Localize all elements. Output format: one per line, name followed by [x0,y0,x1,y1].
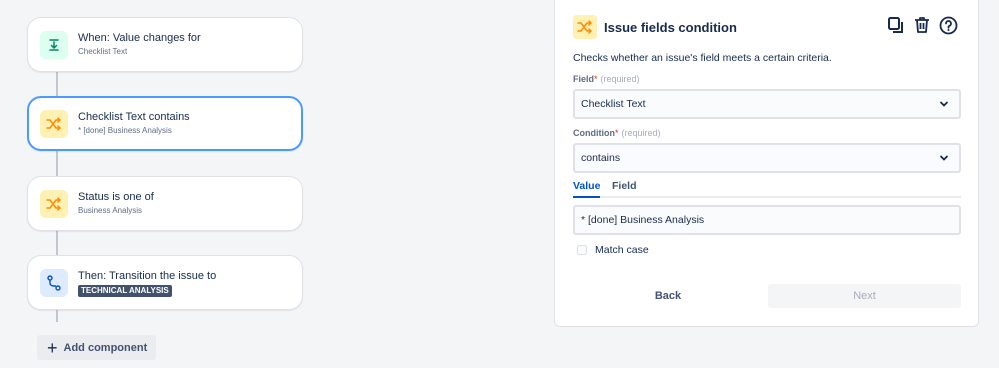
chevron-down-icon [939,99,949,112]
card-subtitle: * [done] Business Analysis [78,126,172,135]
condition-icon [573,15,597,39]
status-lozenge: TECHNICAL ANALYSIS [78,284,172,297]
card-title: Then: Transition the issue to [78,269,217,282]
card-title: Status is one of [78,191,154,203]
required-hint: (required) [600,74,640,84]
card-title: When: Value changes for [78,32,201,44]
field-select-value: Checklist Text [581,98,646,110]
card-subtitle: Checklist Text [78,47,128,56]
condition-label: Condition* (required) [573,128,661,138]
value-field-tabs: Value Field [573,180,961,198]
chevron-down-icon [939,153,949,166]
field-select[interactable]: Checklist Text [573,89,961,119]
required-asterisk: * [615,128,619,138]
trigger-card[interactable]: When: Value changes for Checklist Text [27,17,303,72]
component-config-panel: Issue fields condition Checks whether an… [554,0,979,327]
match-case-checkbox[interactable] [577,245,587,255]
help-icon[interactable] [938,15,958,35]
active-tab-indicator [573,196,600,198]
panel-title: Issue fields condition [604,19,737,35]
value-input-text: * [done] Business Analysis [581,214,705,226]
condition-icon [40,109,68,138]
condition-card-checklist[interactable]: Checklist Text contains * [done] Busines… [27,96,303,151]
transition-icon [40,268,68,297]
add-component-label: Add component [63,341,148,354]
condition-select-value: contains [581,152,621,164]
condition-icon [40,189,68,218]
field-label-text: Field [573,74,595,84]
copy-icon[interactable] [886,15,906,35]
field-label: Field* (required) [573,74,640,84]
panel-description: Checks whether an issue's field meets a … [573,52,832,64]
tab-value[interactable]: Value [573,180,600,192]
card-title: Checklist Text contains [78,111,190,123]
condition-label-text: Condition [573,128,615,138]
trash-icon[interactable] [912,15,932,35]
action-card-transition[interactable]: Then: Transition the issue to TECHNICAL … [27,255,303,310]
required-hint: (required) [621,128,661,138]
add-component-button[interactable]: + Add component [37,335,156,360]
card-subtitle: Business Analysis [78,206,143,215]
next-button[interactable]: Next [768,284,961,308]
panel-header: Issue fields condition [573,15,737,39]
tab-field[interactable]: Field [612,180,637,192]
value-input[interactable]: * [done] Business Analysis [573,205,961,235]
condition-select[interactable]: contains [573,143,961,173]
trigger-icon [40,30,68,59]
match-case-row[interactable]: Match case [577,244,649,256]
plus-icon: + [47,337,58,358]
match-case-label: Match case [595,244,649,256]
back-button[interactable]: Back [575,284,761,308]
panel-actions [886,15,958,35]
required-asterisk: * [594,74,598,84]
automation-flow: When: Value changes for Checklist Text C… [0,0,340,368]
condition-card-status[interactable]: Status is one of Business Analysis [27,176,303,231]
